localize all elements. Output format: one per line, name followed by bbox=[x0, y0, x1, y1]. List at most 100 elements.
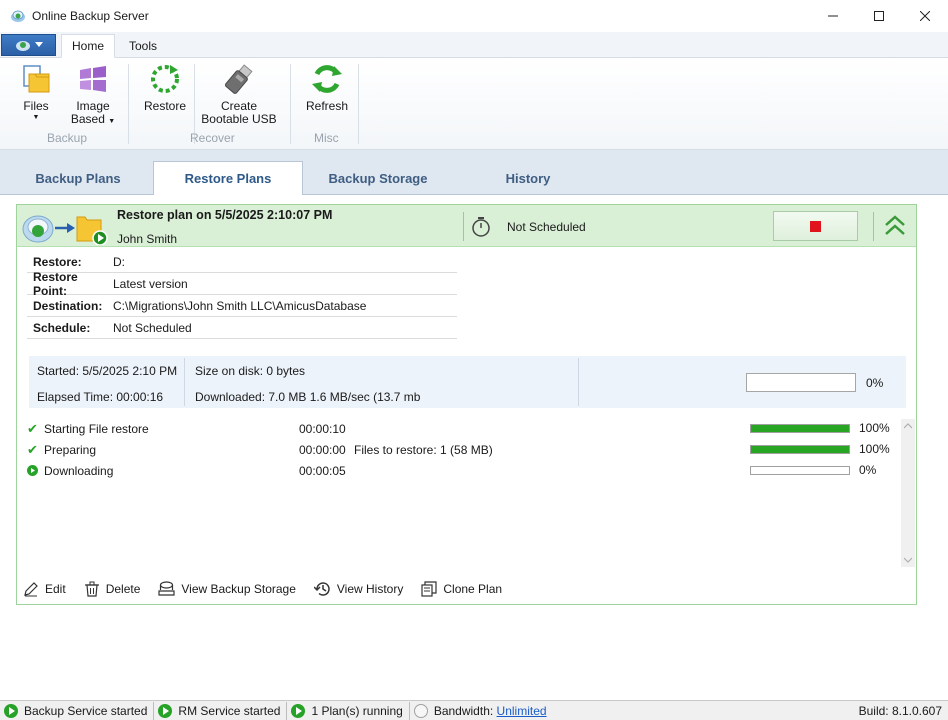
header-divider bbox=[873, 212, 874, 241]
refresh-icon bbox=[312, 65, 342, 93]
files-label: Files bbox=[23, 99, 49, 113]
detail-row-restore-point: Restore Point: Latest version bbox=[27, 270, 457, 298]
progress-fill bbox=[751, 425, 849, 432]
main-tab-strip: Backup Plans Restore Plans Backup Storag… bbox=[0, 150, 948, 196]
running-icon bbox=[158, 703, 173, 718]
storage-icon bbox=[158, 581, 175, 596]
overall-progress-bar bbox=[746, 373, 856, 392]
step-progress-bar bbox=[750, 424, 850, 433]
pencil-icon bbox=[24, 582, 38, 597]
dropdown-caret-icon: ▼ bbox=[108, 118, 116, 125]
refresh-button[interactable]: Refresh bbox=[304, 62, 350, 113]
view-backup-storage-button[interactable]: View Backup Storage bbox=[158, 581, 296, 597]
step-time: 00:00:10 bbox=[299, 422, 346, 436]
running-icon bbox=[291, 703, 306, 718]
step-label: Starting File restore bbox=[44, 422, 149, 436]
ribbon-separator bbox=[128, 64, 129, 144]
step-preparing: ✔ Preparing bbox=[27, 441, 96, 459]
plan-title: Restore plan on 5/5/2025 2:10:07 PM bbox=[117, 208, 333, 222]
steps-scrollbar[interactable] bbox=[901, 419, 915, 567]
step-time: 00:00:00 bbox=[299, 443, 346, 457]
edit-button[interactable]: Edit bbox=[23, 581, 66, 597]
maximize-button[interactable] bbox=[856, 0, 902, 32]
restore-button[interactable]: Restore bbox=[142, 62, 188, 113]
restore-icon bbox=[151, 65, 179, 93]
checkmark-icon: ✔ bbox=[27, 442, 38, 457]
stats-divider bbox=[184, 358, 185, 406]
stop-button[interactable] bbox=[773, 211, 858, 241]
backup-service-status: Backup Service started bbox=[0, 701, 155, 720]
detail-row-schedule: Schedule: Not Scheduled bbox=[27, 317, 457, 339]
bandwidth-indicator-icon bbox=[413, 703, 428, 718]
step-percent: 100% bbox=[859, 442, 890, 456]
tab-history[interactable]: History bbox=[454, 161, 602, 195]
step-progress-bar bbox=[750, 466, 850, 475]
detail-label: Destination: bbox=[33, 298, 103, 313]
plan-header[interactable]: Restore plan on 5/5/2025 2:10:07 PM John… bbox=[17, 205, 916, 247]
stop-icon bbox=[810, 220, 821, 232]
status-bar: Backup Service started RM Service starte… bbox=[0, 700, 948, 720]
usb-drive-icon bbox=[224, 64, 253, 94]
checkmark-icon: ✔ bbox=[27, 421, 38, 436]
clone-icon bbox=[421, 581, 437, 597]
scroll-up-icon[interactable] bbox=[904, 423, 912, 429]
maximize-icon bbox=[874, 11, 884, 21]
detail-label: Restore: bbox=[33, 254, 82, 269]
step-label: Preparing bbox=[44, 443, 97, 457]
ribbon-group-recover: Recover bbox=[190, 131, 235, 145]
refresh-label: Refresh bbox=[305, 99, 349, 113]
ribbon-panel: Files ▼ Image Based ▼ Backup Restore Cre bbox=[0, 58, 948, 150]
view-history-button[interactable]: View History bbox=[313, 581, 403, 597]
chevron-down-icon bbox=[34, 42, 43, 47]
ribbon-tab-home[interactable]: Home bbox=[61, 34, 116, 58]
title-bar: Online Backup Server bbox=[0, 0, 948, 32]
ribbon-separator bbox=[358, 64, 359, 144]
windows-logo-icon bbox=[80, 66, 106, 92]
image-based-button[interactable]: Image Based ▼ bbox=[69, 62, 117, 126]
rm-service-status: RM Service started bbox=[154, 701, 288, 720]
close-button[interactable] bbox=[902, 0, 948, 32]
detail-label: Schedule: bbox=[33, 320, 91, 335]
progress-fill bbox=[751, 446, 849, 453]
restore-plans-panel: Restore plan on 5/5/2025 2:10:07 PM John… bbox=[0, 195, 948, 698]
minimize-button[interactable] bbox=[810, 0, 856, 32]
ribbon-tab-tools[interactable]: Tools bbox=[119, 34, 167, 58]
step-label: Downloading bbox=[44, 464, 114, 478]
running-icon bbox=[4, 703, 18, 718]
restore-label: Restore bbox=[143, 99, 187, 113]
detail-value: Not Scheduled bbox=[113, 320, 192, 335]
history-icon bbox=[313, 582, 330, 596]
minimize-icon bbox=[828, 15, 838, 17]
tab-backup-storage[interactable]: Backup Storage bbox=[304, 161, 452, 195]
restore-plan-icon bbox=[22, 215, 108, 245]
application-menu-button[interactable] bbox=[1, 34, 56, 56]
dropdown-caret-icon: ▼ bbox=[32, 114, 40, 121]
app-menu-icon bbox=[15, 41, 30, 51]
backup-service-text: Backup Service started bbox=[24, 703, 148, 718]
tab-backup-plans[interactable]: Backup Plans bbox=[4, 161, 152, 195]
delete-button[interactable]: Delete bbox=[84, 581, 140, 597]
build-version: Build: 8.1.0.607 bbox=[858, 704, 942, 718]
clone-plan-button[interactable]: Clone Plan bbox=[421, 581, 502, 597]
bandwidth-status: Bandwidth: Unlimited bbox=[410, 702, 553, 720]
bandwidth-link[interactable]: Unlimited bbox=[497, 704, 547, 718]
files-button[interactable]: Files ▼ bbox=[18, 62, 54, 122]
overall-percent: 0% bbox=[866, 376, 884, 390]
tab-restore-plans[interactable]: Restore Plans bbox=[153, 161, 303, 196]
ribbon-separator bbox=[290, 64, 291, 144]
scroll-down-icon[interactable] bbox=[904, 557, 912, 563]
step-progress-bar bbox=[750, 445, 850, 454]
image-based-label-line2: Based bbox=[70, 112, 105, 126]
started-text: Started: 5/5/2025 2:10 PM bbox=[37, 364, 178, 378]
detail-value: D: bbox=[113, 254, 125, 269]
stopwatch-icon bbox=[472, 217, 490, 237]
size-on-disk-text: Size on disk: 0 bytes bbox=[195, 364, 306, 378]
ribbon-tab-bar: Home Tools bbox=[0, 32, 948, 58]
view-storage-label: View Backup Storage bbox=[181, 582, 296, 596]
ribbon-group-misc: Misc bbox=[314, 131, 339, 145]
step-starting-file-restore: ✔ Starting File restore bbox=[27, 420, 149, 438]
ribbon-group-backup: Backup bbox=[47, 131, 88, 145]
downloaded-text: Downloaded: 7.0 MB 1.6 MB/sec (13.7 mb bbox=[195, 390, 421, 404]
collapse-icon[interactable] bbox=[884, 214, 906, 238]
create-bootable-usb-button[interactable]: Create Bootable USB bbox=[200, 62, 278, 126]
